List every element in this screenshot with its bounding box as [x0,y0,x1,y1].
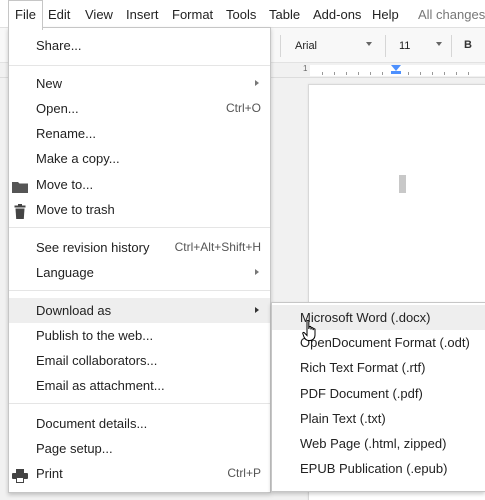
ruler-tick [382,72,383,75]
file-menu: Share... New Open... Ctrl+O Rename... Ma… [8,27,271,493]
submenu-arrow-icon [255,269,259,275]
menu-item-publish[interactable]: Publish to the web... [9,323,270,348]
printer-icon [12,466,28,483]
toolbar-divider [280,35,281,57]
menu-tools[interactable]: Tools [226,0,256,28]
font-family-select[interactable]: Arial [295,36,317,56]
menu-separator [9,65,270,66]
menu-item-label: Document details... [36,416,148,431]
menu-item-label: Print [36,466,63,481]
menu-item-label: Share... [36,38,82,53]
download-pdf[interactable]: PDF Document (.pdf) [272,381,485,406]
ruler-tick [468,72,469,75]
menu-view[interactable]: View [85,0,113,28]
menu-item-rename[interactable]: Rename... [9,121,270,146]
menu-insert[interactable]: Insert [126,0,159,28]
font-size-select[interactable]: 11 [399,36,410,56]
menu-item-page-setup[interactable]: Page setup... [9,436,270,461]
menu-item-label: See revision history [36,240,150,255]
menu-item-label: Move to... [36,177,94,192]
indent-marker-base[interactable] [391,71,401,74]
menu-item-share[interactable]: Share... [9,33,270,58]
ruler-tick [456,72,457,75]
menu-item-label: Open... [36,101,79,116]
folder-icon [12,177,28,193]
submenu-arrow-icon [255,80,259,86]
submenu-arrow-icon [255,307,259,313]
menu-item-label: Email collaborators... [36,353,158,368]
save-status: All changes [418,7,485,22]
shortcut-label: Ctrl+Alt+Shift+H [174,240,261,254]
menu-file[interactable]: File [8,0,43,30]
ruler-tick [334,72,335,75]
ruler-tick [358,72,359,75]
ruler-tick [444,72,445,75]
menu-item-label: Publish to the web... [36,328,154,343]
menu-help[interactable]: Help [372,0,399,28]
chevron-down-icon[interactable] [436,42,442,46]
menu-item-label: Download as [36,303,112,318]
menu-item-label: Page setup... [36,441,113,456]
shortcut-label: Ctrl+P [227,466,261,480]
menu-separator [9,290,270,291]
ruler-number: 1 [303,64,308,73]
ruler-tick [432,72,433,75]
menu-item-download-as[interactable]: Download as [9,298,270,323]
menu-item-email-collaborators[interactable]: Email collaborators... [9,348,270,373]
menu-item-label: Move to trash [36,202,115,217]
ruler-tick [322,72,323,75]
menu-item-move-to-trash[interactable]: Move to trash [9,197,270,222]
menu-item-move-to[interactable]: Move to... [9,172,270,197]
menu-item-revision-history[interactable]: See revision history Ctrl+Alt+Shift+H [9,235,270,260]
menu-item-open[interactable]: Open... Ctrl+O [9,96,270,121]
hand-cursor-icon [302,320,318,342]
menu-item-label: New [36,76,63,91]
menu-item-label: Language [36,265,94,280]
menu-edit[interactable]: Edit [48,0,70,28]
bold-button[interactable]: B [458,33,478,57]
menu-table[interactable]: Table [269,0,300,28]
menu-item-label: Email as attachment... [36,378,165,393]
download-epub[interactable]: EPUB Publication (.epub) [272,456,485,481]
menu-item-label: Rename... [36,126,96,141]
menu-format[interactable]: Format [172,0,213,28]
menu-item-language[interactable]: Language [9,260,270,285]
download-html[interactable]: Web Page (.html, zipped) [272,431,485,456]
download-rtf[interactable]: Rich Text Format (.rtf) [272,355,485,380]
text-cursor [399,175,406,193]
chevron-down-icon[interactable] [366,42,372,46]
submenu-item-label: Web Page (.html, zipped) [300,436,447,451]
ruler-tick [408,72,409,75]
menu-separator [9,227,270,228]
ruler-tick [370,72,371,75]
menu-add-ons[interactable]: Add-ons [313,0,361,28]
submenu-item-label: Microsoft Word (.docx) [300,310,431,325]
ruler-tick [346,72,347,75]
submenu-item-label: Rich Text Format (.rtf) [300,360,426,375]
menu-item-document-details[interactable]: Document details... [9,411,270,436]
toolbar-divider [451,35,452,57]
shortcut-label: Ctrl+O [225,101,261,115]
submenu-item-label: PDF Document (.pdf) [300,386,423,401]
download-txt[interactable]: Plain Text (.txt) [272,406,485,431]
menu-item-email-attachment[interactable]: Email as attachment... [9,373,270,398]
submenu-item-label: Plain Text (.txt) [300,411,386,426]
submenu-item-label: EPUB Publication (.epub) [300,461,448,476]
trash-icon [12,202,28,219]
menu-item-label: Make a copy... [36,151,120,166]
menu-separator [9,403,270,404]
menu-item-new[interactable]: New [9,71,270,96]
menu-item-make-copy[interactable]: Make a copy... [9,146,270,171]
submenu-item-label: OpenDocument Format (.odt) [300,335,470,350]
menu-item-print[interactable]: Print Ctrl+P [9,461,270,486]
toolbar-divider [385,35,386,57]
menu-bar: File Edit View Insert Format Tools Table… [0,0,485,30]
ruler-tick [420,72,421,75]
